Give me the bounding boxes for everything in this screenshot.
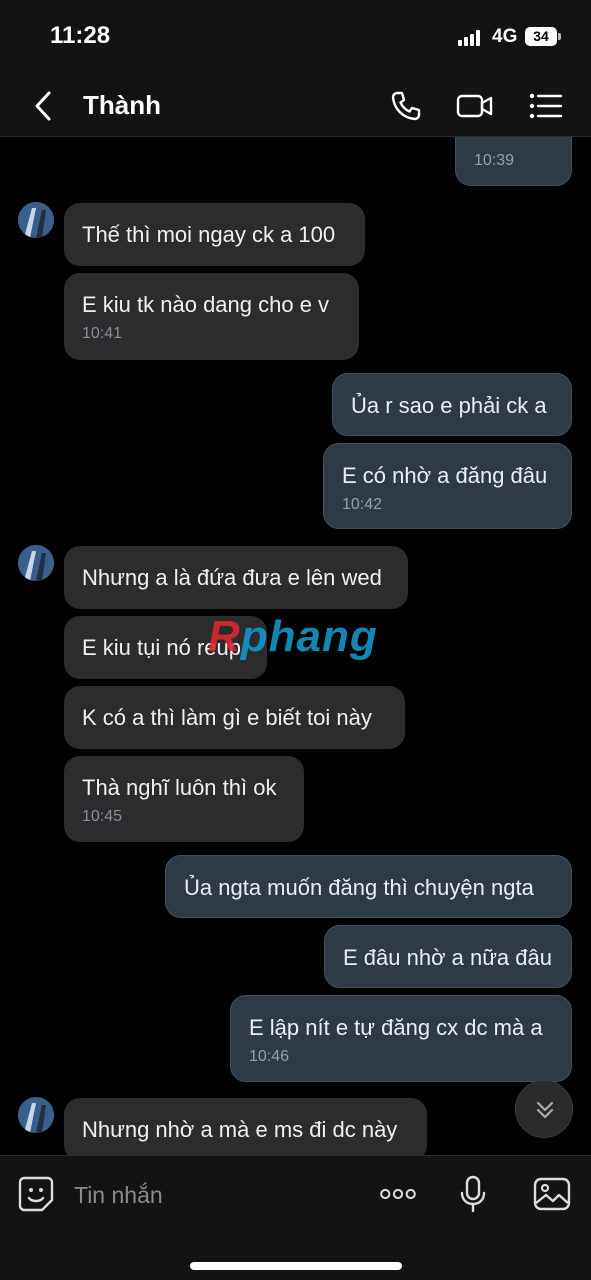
battery-tip	[558, 33, 561, 40]
message-bubble-outgoing[interactable]: Ủa r sao e phải ck a	[332, 373, 572, 436]
message-text: E lập nít e tự đăng cx dc mà a	[249, 1015, 543, 1040]
message-time: 10:41	[82, 325, 123, 342]
sticker-emoji-icon[interactable]	[16, 1174, 56, 1214]
scroll-to-bottom-button[interactable]	[515, 1080, 573, 1138]
message-text: Nhưng a là đứa đưa e lên wed	[82, 565, 382, 590]
message-time: 10:42	[342, 496, 383, 513]
message-bubble-outgoing[interactable]: E đâu nhờ a nữa đâu	[324, 925, 572, 988]
battery-icon: 34	[525, 27, 557, 46]
message-time: 10:45	[82, 808, 123, 825]
message-bubble-outgoing[interactable]: Ủa ngta muốn đăng thì chuyện ngta	[165, 855, 572, 918]
message-text: E kiu tụi nó reup	[82, 635, 241, 660]
message-input-bar	[0, 1155, 591, 1280]
message-text: E có nhờ a đăng đâu	[342, 463, 548, 488]
message-text: Ủa ngta muốn đăng thì chuyện ngta	[184, 875, 534, 900]
status-time: 11:28	[50, 22, 111, 49]
home-indicator	[190, 1262, 402, 1270]
message-input[interactable]	[72, 1174, 356, 1216]
message-bubble-incoming[interactable]: Nhưng a là đứa đưa e lên wed	[64, 546, 408, 609]
messenger-screen: 11:28 4G 34 Thành 10:39 Thế thì moi ngay…	[0, 0, 591, 1280]
more-options-icon[interactable]	[378, 1174, 418, 1214]
double-chevron-down-icon	[536, 1101, 554, 1119]
network-label: 4G	[492, 26, 518, 47]
contact-avatar[interactable]	[18, 545, 54, 581]
status-bar: 11:28 4G 34	[0, 0, 591, 76]
menu-list-icon[interactable]	[526, 86, 566, 126]
message-text: Thế thì moi ngay ck a 100	[82, 222, 336, 247]
phone-icon[interactable]	[386, 86, 426, 126]
message-bubble-outgoing[interactable]: E có nhờ a đăng đâu 10:42	[323, 443, 572, 529]
contact-avatar[interactable]	[18, 1097, 54, 1133]
video-call-icon[interactable]	[455, 86, 495, 126]
message-bubble-incoming[interactable]: E kiu tụi nó reup	[64, 616, 267, 679]
message-bubble-incoming[interactable]: Nhưng nhờ a mà e ms đi dc này	[64, 1098, 427, 1155]
message-text: Nhưng nhờ a mà e ms đi dc này	[82, 1117, 398, 1142]
message-text: E kiu tk nào dang cho e v	[82, 292, 330, 317]
contact-name[interactable]: Thành	[83, 90, 161, 121]
message-text: Ủa r sao e phải ck a	[351, 393, 547, 418]
message-list[interactable]: 10:39 Thế thì moi ngay ck a 100 E kiu tk…	[0, 137, 591, 1155]
message-text: E đâu nhờ a nữa đâu	[343, 945, 552, 970]
message-text: Thà nghĩ luôn thì ok	[82, 775, 277, 800]
message-bubble-incoming[interactable]: E kiu tk nào dang cho e v 10:41	[64, 273, 359, 360]
chat-header: Thành	[0, 76, 591, 137]
contact-avatar[interactable]	[18, 202, 54, 238]
message-bubble-outgoing[interactable]: E lập nít e tự đăng cx dc mà a 10:46	[230, 995, 572, 1082]
gallery-image-icon[interactable]	[532, 1174, 572, 1214]
signal-icon	[458, 30, 484, 46]
message-text: K có a thì làm gì e biết toi này	[82, 705, 372, 730]
message-time: 10:46	[249, 1048, 290, 1065]
microphone-icon[interactable]	[453, 1174, 493, 1214]
message-bubble-incoming[interactable]: Thế thì moi ngay ck a 100	[64, 203, 365, 266]
message-bubble-incoming[interactable]: Thà nghĩ luôn thì ok 10:45	[64, 756, 304, 842]
back-arrow-icon[interactable]	[26, 88, 62, 124]
message-bubble-outgoing[interactable]: 10:39	[455, 137, 572, 186]
message-bubble-incoming[interactable]: K có a thì làm gì e biết toi này	[64, 686, 405, 749]
message-time: 10:39	[474, 152, 515, 169]
